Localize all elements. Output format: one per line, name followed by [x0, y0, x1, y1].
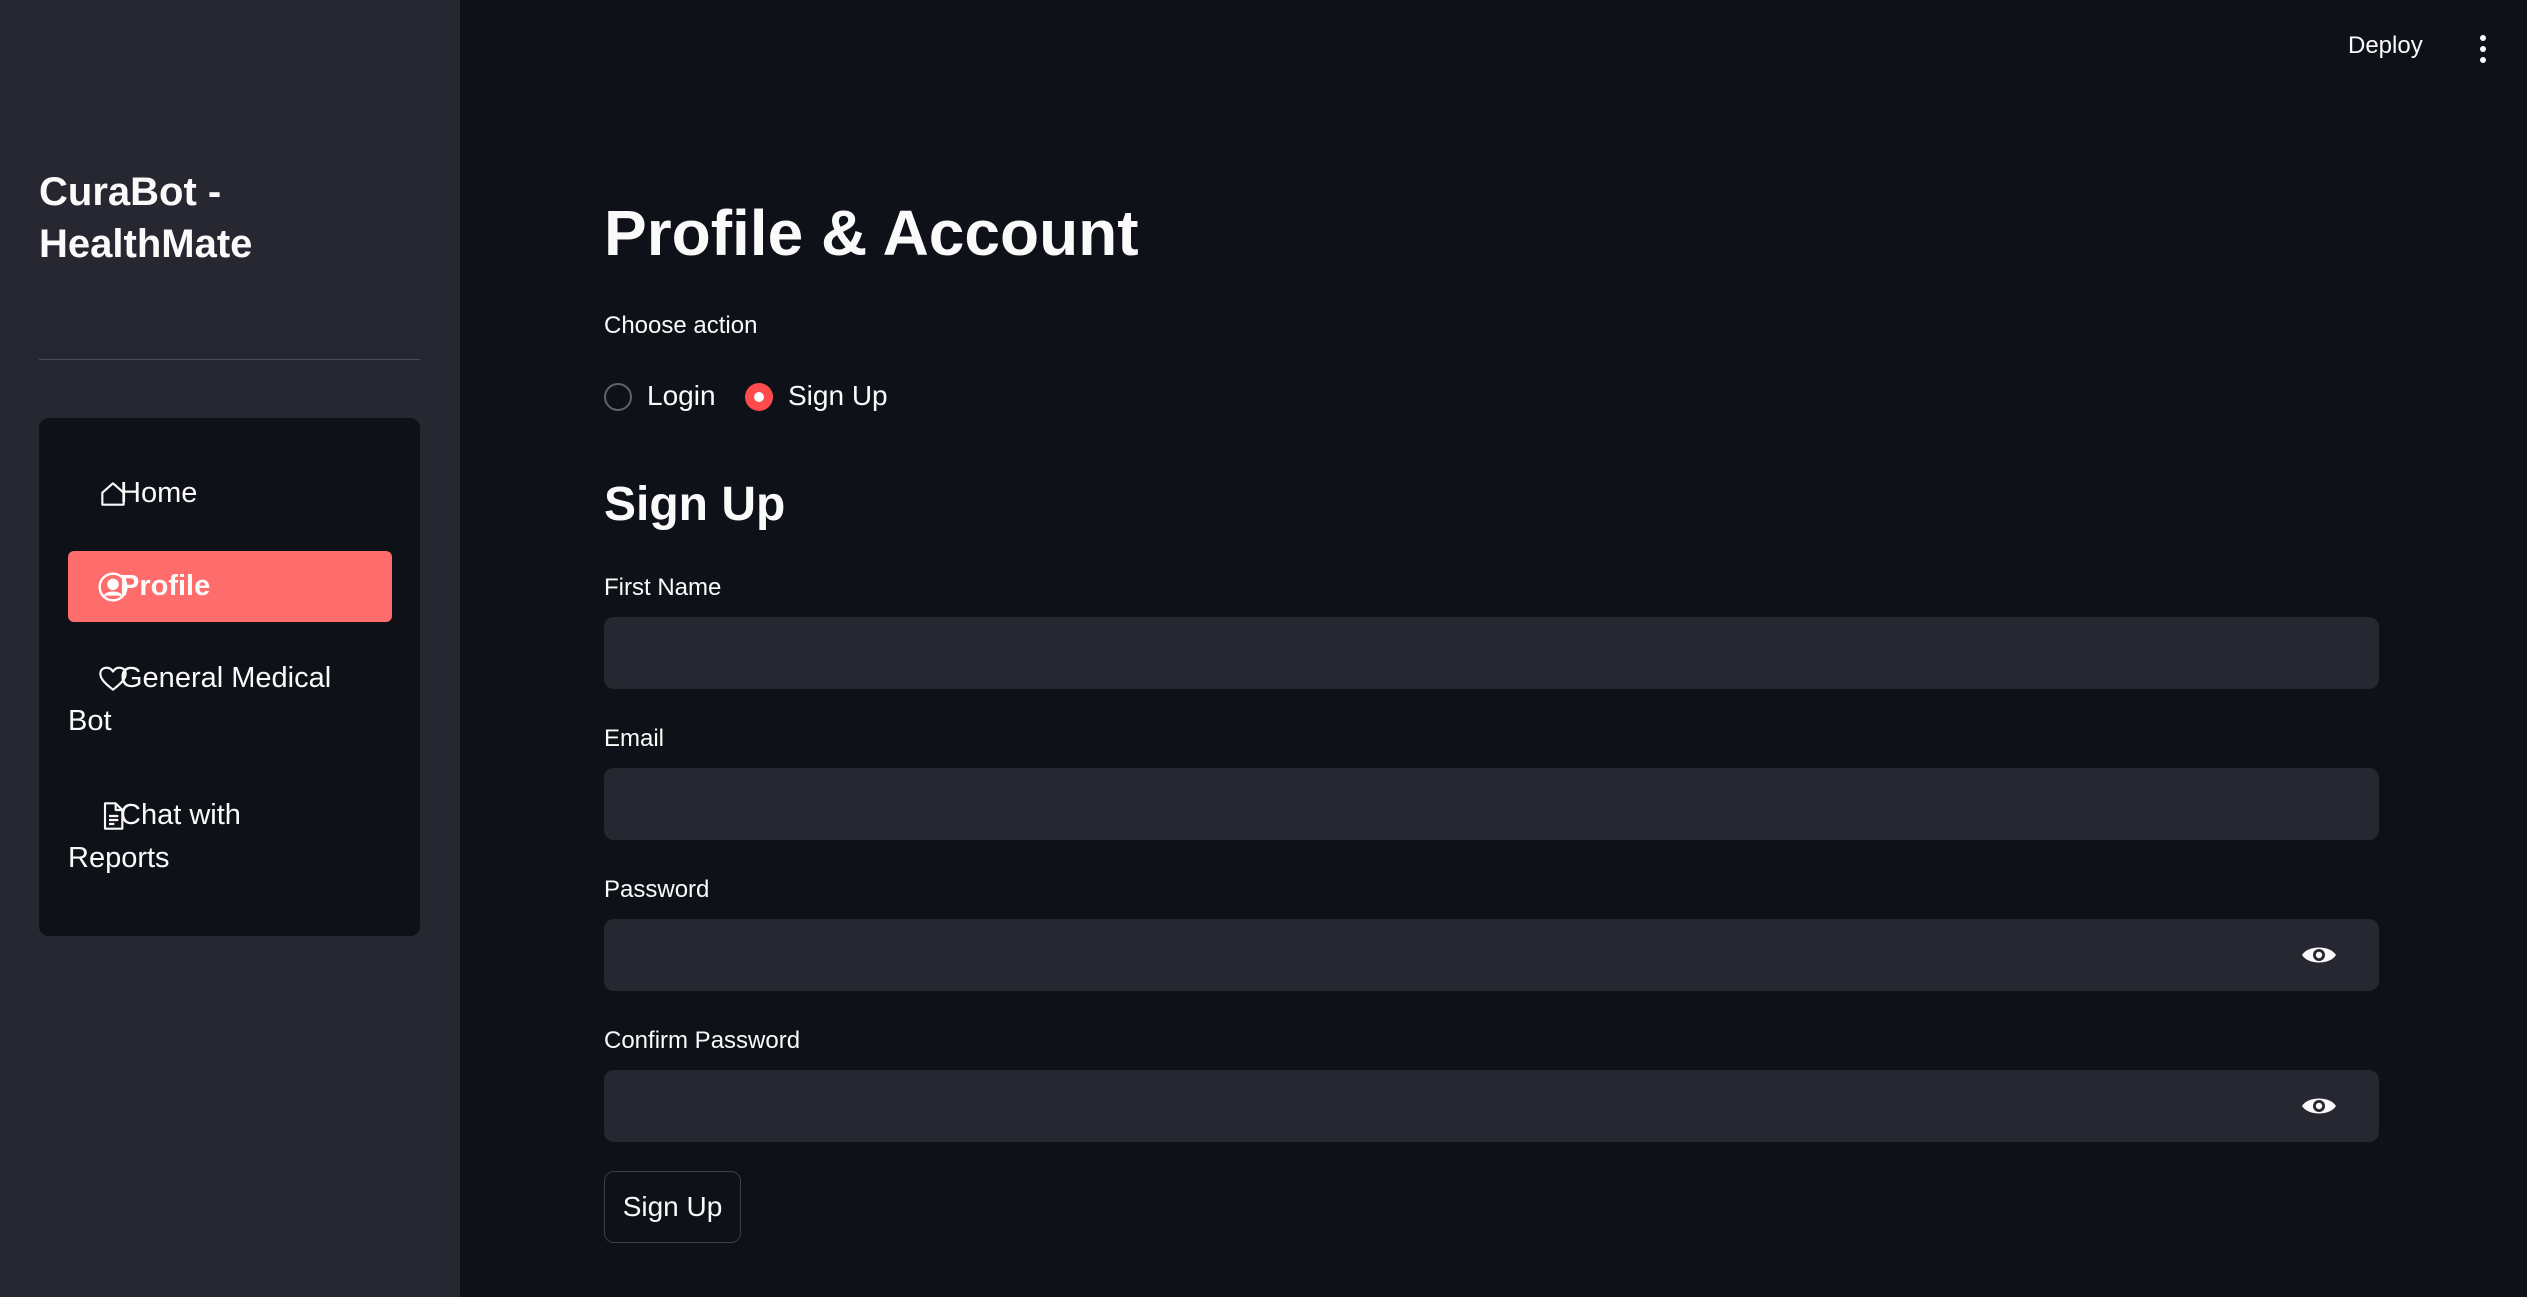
more-vertical-icon[interactable]	[2476, 34, 2490, 64]
sidebar-item-label: Home	[120, 477, 198, 509]
document-icon	[103, 802, 124, 830]
home-icon	[101, 482, 125, 506]
radio-login-label: Login	[647, 380, 716, 411]
choose-action-label: Choose action	[604, 312, 758, 339]
radio-login[interactable]: Login	[604, 374, 716, 414]
radio-sign-up-circle[interactable]	[745, 383, 773, 411]
first-name-input[interactable]	[604, 617, 2379, 689]
sidebar: CuraBot - HealthMate Home Profile Genera…	[0, 0, 460, 1297]
radio-sign-up-label: Sign Up	[788, 380, 888, 411]
sidebar-item-general-medical-bot[interactable]: General Medical Bot	[68, 657, 392, 743]
sign-up-button[interactable]: Sign Up	[604, 1171, 741, 1243]
heart-icon	[99, 666, 127, 691]
sidebar-item-label-line-2: Bot	[68, 705, 112, 737]
sidebar-item-profile[interactable]: Profile	[68, 551, 392, 622]
confirm-password-label: Confirm Password	[604, 1027, 801, 1054]
email-input[interactable]	[604, 768, 2379, 840]
sidebar-item-label-line-1: Chat with	[120, 799, 241, 831]
sidebar-item-label: Profile	[120, 570, 211, 602]
section-title: Sign Up	[604, 478, 786, 531]
first-name-label: First Name	[604, 574, 722, 601]
sidebar-item-label-line-1: General Medical	[120, 662, 332, 694]
password-input[interactable]	[604, 919, 2379, 991]
radio-login-circle[interactable]	[604, 383, 632, 411]
brand-line-2: HealthMate	[39, 222, 253, 266]
sidebar-item-home[interactable]: Home	[68, 472, 392, 515]
radio-sign-up[interactable]: Sign Up	[745, 374, 888, 414]
show-confirm-password-icon[interactable]	[2300, 1094, 2338, 1118]
main-content: Profile & Account Choose action Login Si…	[604, 0, 2379, 1297]
sidebar-divider	[39, 359, 420, 360]
app-brand: CuraBot - HealthMate	[39, 166, 429, 270]
page-title: Profile & Account	[604, 197, 1139, 269]
password-label: Password	[604, 876, 710, 903]
sidebar-nav: Home Profile General Medical Bot Chat wi…	[39, 418, 420, 936]
app-window: CuraBot - HealthMate Home Profile Genera…	[0, 0, 2527, 1297]
confirm-password-input[interactable]	[604, 1070, 2379, 1142]
sidebar-item-chat-with-reports[interactable]: Chat with Reports	[68, 794, 392, 880]
show-password-icon[interactable]	[2300, 943, 2338, 967]
email-label: Email	[604, 725, 665, 752]
sidebar-item-label-line-2: Reports	[68, 842, 170, 874]
user-circle-icon	[98, 572, 128, 602]
brand-line-1: CuraBot -	[39, 170, 222, 214]
